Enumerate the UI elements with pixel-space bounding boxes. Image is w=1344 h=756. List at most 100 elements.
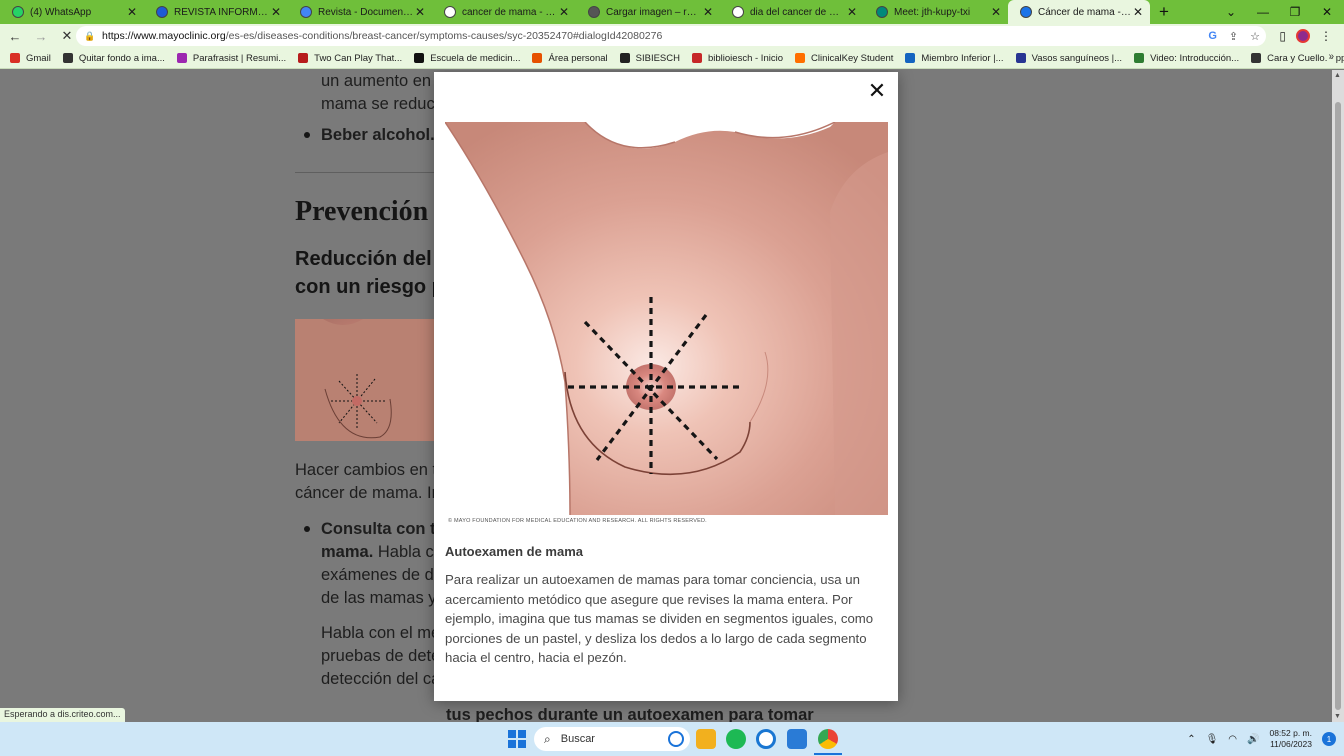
scrollbar-thumb[interactable]: [1335, 102, 1341, 710]
clock[interactable]: 08:52 p. m. 11/06/2023: [1269, 728, 1312, 750]
menu-icon[interactable]: ⋮: [1320, 29, 1332, 43]
bookmark-label: Escuela de medicin...: [430, 52, 521, 64]
bookmark-item[interactable]: Vasos sanguíneos |...: [1015, 53, 1122, 64]
bookmark-label: Área personal: [548, 52, 608, 64]
tab-title: REVISTA INFORMATICA - C: [174, 6, 270, 18]
file-explorer-icon[interactable]: [696, 729, 716, 749]
page-scrollbar[interactable]: ▲ ▼: [1332, 70, 1344, 722]
store-icon[interactable]: [787, 729, 807, 749]
bookmark-item[interactable]: biblioiesch - Inicio: [692, 53, 783, 64]
page-content: un aumento en s mama se reduce Beber alc…: [0, 70, 1332, 722]
back-button[interactable]: ←: [4, 25, 26, 47]
bookmark-label: Miembro Inferior |...: [921, 52, 1004, 64]
bookmark-item[interactable]: Área personal: [532, 52, 608, 64]
section-heading: Prevención: [295, 196, 429, 227]
article-text: Hacer cambios en tu: [295, 461, 447, 479]
browser-tab[interactable]: Cáncer de mama - Síntom✕: [1008, 0, 1150, 24]
stop-loading-button[interactable]: ✕: [56, 25, 78, 47]
tab-search-icon[interactable]: ⌄: [1214, 0, 1248, 24]
tab-close-icon[interactable]: ✕: [126, 5, 138, 19]
bookmark-item[interactable]: Two Can Play That...: [298, 53, 402, 64]
tab-close-icon[interactable]: ✕: [414, 5, 426, 19]
tab-close-icon[interactable]: ✕: [990, 5, 1002, 19]
tab-close-icon[interactable]: ✕: [846, 5, 858, 19]
article-image-thumbnail[interactable]: [295, 319, 435, 441]
tab-strip: (4) WhatsApp✕REVISTA INFORMATICA - C✕Rev…: [0, 0, 1150, 24]
wifi-icon[interactable]: ◠: [1228, 734, 1237, 745]
tab-close-icon[interactable]: ✕: [558, 5, 570, 19]
chrome-icon[interactable]: [818, 729, 838, 749]
bookmark-favicon-icon: [62, 53, 73, 63]
browser-tab[interactable]: Cargar imagen – remove.b✕: [576, 0, 720, 24]
scroll-down-arrow-icon[interactable]: ▼: [1334, 713, 1341, 720]
windows-taskbar: ⌕ Buscar ⌃ 🎙 ◠ 🔊 08:52 p. m. 11/06/2023 …: [0, 722, 1344, 756]
address-bar[interactable]: 🔒 https://www.mayoclinic.org/es-es/disea…: [76, 26, 1266, 46]
close-icon[interactable]: ✕: [866, 78, 888, 103]
browser-tab[interactable]: Meet: jth-kupy-txi ✕: [864, 0, 1008, 24]
active-app-indicator: [814, 753, 842, 755]
tab-bar: (4) WhatsApp✕REVISTA INFORMATICA - C✕Rev…: [0, 0, 1344, 24]
divider: [295, 172, 435, 173]
bookmark-item[interactable]: Video: Introducción...: [1134, 53, 1239, 64]
maximize-button[interactable]: ❐: [1278, 0, 1312, 24]
bookmark-label: Two Can Play That...: [314, 52, 403, 64]
browser-tab[interactable]: cancer de mama - Búsque✕: [432, 0, 576, 24]
article-text: un aumento en s: [321, 72, 444, 90]
browser-tab[interactable]: (4) WhatsApp ✕: [0, 0, 144, 24]
forward-button[interactable]: →: [30, 25, 52, 47]
bookmark-item[interactable]: Parafrasist | Resumi...: [176, 52, 287, 64]
profile-avatar[interactable]: [1296, 29, 1310, 43]
share-icon[interactable]: ⇪: [1229, 30, 1238, 43]
bookmark-item[interactable]: SIBIESCH: [619, 52, 680, 64]
bookmark-item[interactable]: Escuela de medicin...: [414, 53, 520, 64]
bing-icon[interactable]: [668, 731, 684, 747]
article-text: tus pechos durante un autoexamen para to…: [446, 706, 814, 722]
bookmark-favicon-icon: [1251, 53, 1262, 63]
spotify-icon[interactable]: [726, 729, 746, 749]
minimize-button[interactable]: —: [1246, 0, 1280, 24]
bookmark-favicon-icon: [1134, 53, 1145, 63]
bookmark-label: SIBIESCH: [635, 52, 680, 64]
bookmark-item[interactable]: ClinicalKey Student: [794, 53, 893, 64]
bookmark-item[interactable]: Quitar fondo a ima...: [62, 53, 165, 64]
bookmark-favicon-icon: [414, 53, 425, 63]
browser-tab[interactable]: dia del cancer de mama - C✕: [720, 0, 864, 24]
bookmark-favicon-icon: [298, 53, 309, 63]
bookmark-item[interactable]: Gmail: [10, 53, 51, 64]
windows-start-icon[interactable]: [508, 730, 526, 748]
bookmark-label: Parafrasist | Resumi...: [192, 52, 287, 64]
article-bullet: Beber alcohol. B: [321, 124, 450, 147]
bullet: [304, 132, 310, 138]
bookmark-favicon-icon: [1015, 53, 1026, 63]
tab-title: Revista - Documentos de G: [318, 6, 414, 18]
browser-tab[interactable]: REVISTA INFORMATICA - C✕: [144, 0, 288, 24]
bookmark-item[interactable]: Miembro Inferior |...: [905, 52, 1004, 64]
address-toolbar: ← → ✕ 🔒 https://www.mayoclinic.org/es-es…: [0, 24, 1344, 48]
browser-tab[interactable]: Revista - Documentos de G✕: [288, 0, 432, 24]
more-bookmarks-icon[interactable]: »: [1328, 51, 1334, 62]
system-tray: ⌃ 🎙 ◠ 🔊 08:52 p. m. 11/06/2023 1: [1187, 722, 1344, 756]
google-icon[interactable]: G: [1208, 30, 1217, 42]
bookmark-star-icon[interactable]: ☆: [1250, 30, 1260, 43]
bullet-text: Habla co: [373, 543, 443, 561]
caption-title: Autoexamen de mama: [445, 544, 583, 559]
microphone-icon[interactable]: 🎙: [1206, 734, 1219, 745]
edge-icon[interactable]: [756, 729, 776, 749]
tab-close-icon[interactable]: ✕: [1132, 5, 1144, 19]
tab-close-icon[interactable]: ✕: [702, 5, 714, 19]
date: 11/06/2023: [1270, 739, 1312, 749]
bookmark-favicon-icon: [176, 53, 187, 63]
close-window-button[interactable]: ✕: [1310, 0, 1344, 24]
new-tab-button[interactable]: +: [1150, 0, 1178, 24]
taskbar-search[interactable]: ⌕ Buscar: [534, 727, 690, 751]
article-text: Habla con el méd: [321, 624, 450, 642]
image-dialog: ✕ © MAYO FOUNDATION FOR MEDICAL EDUCATIO…: [434, 72, 898, 701]
volume-icon[interactable]: 🔊: [1247, 734, 1259, 745]
search-icon: ⌕: [544, 731, 551, 746]
notification-badge[interactable]: 1: [1322, 732, 1336, 746]
scroll-up-arrow-icon[interactable]: ▲: [1334, 72, 1341, 79]
tab-favicon-icon: [876, 6, 888, 18]
tab-close-icon[interactable]: ✕: [270, 5, 282, 19]
show-hidden-icons-icon[interactable]: ⌃: [1187, 734, 1195, 745]
side-panel-icon[interactable]: ▯: [1279, 29, 1286, 43]
